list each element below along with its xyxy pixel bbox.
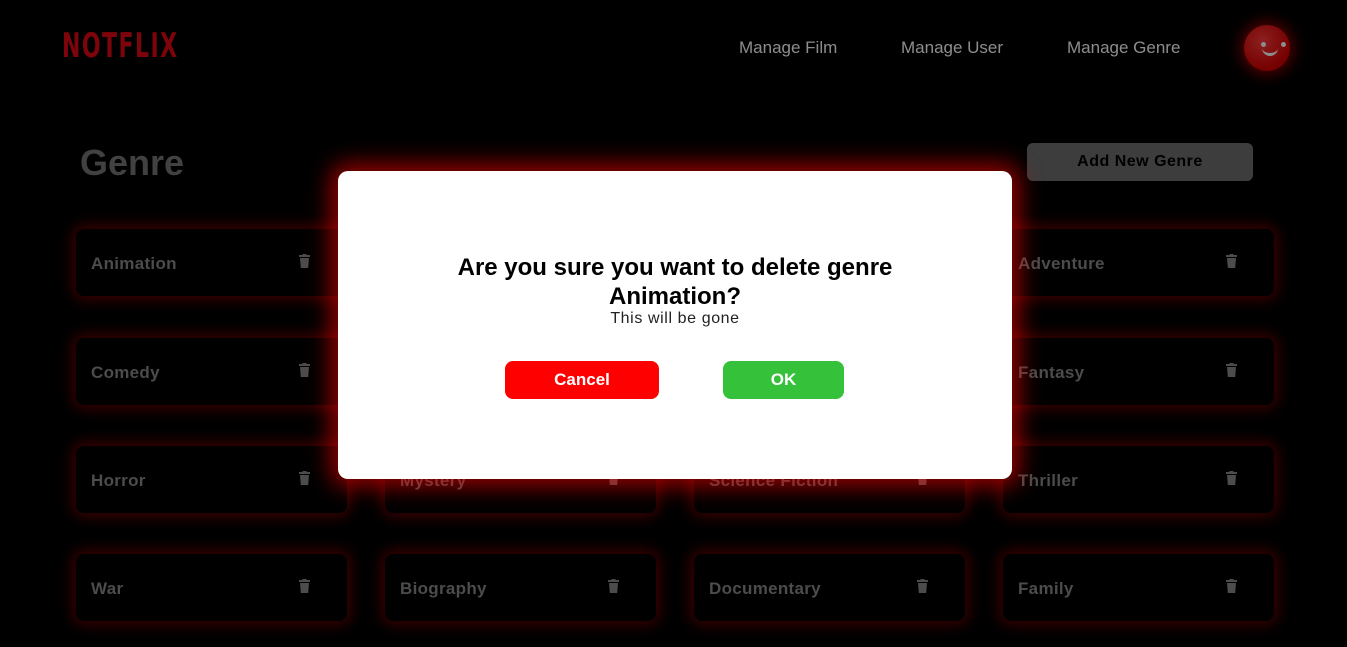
dialog-title-line1: Are you sure you want to delete genre (457, 254, 893, 281)
ok-button[interactable]: OK (723, 361, 844, 399)
dialog-title-line2: Animation? (609, 283, 741, 310)
dialog-subtitle: This will be gone (610, 310, 740, 327)
delete-confirm-dialog: Are you sure you want to delete genre An… (338, 171, 1012, 479)
cancel-button[interactable]: Cancel (505, 361, 659, 399)
dialog-title: Are you sure you want to delete genre An… (338, 253, 1012, 311)
